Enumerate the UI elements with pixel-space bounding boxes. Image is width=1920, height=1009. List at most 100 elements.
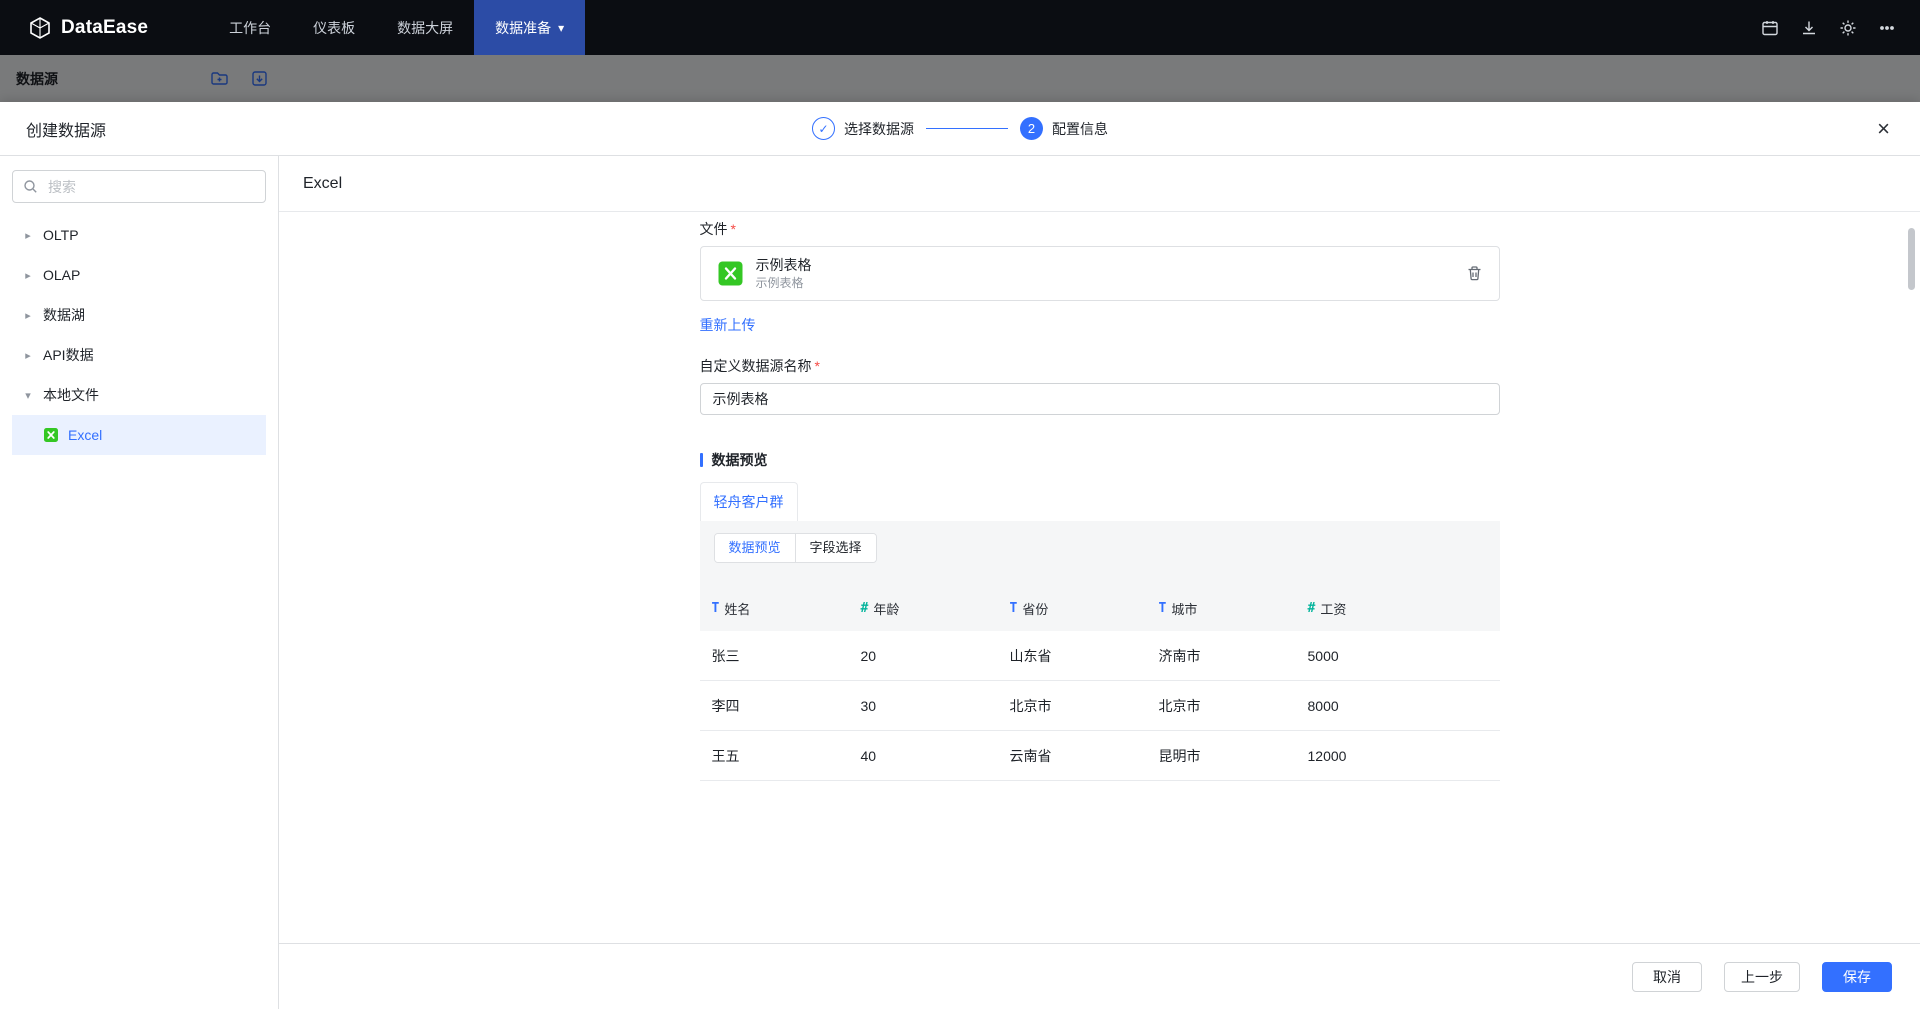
preview-section-title: 数据预览 — [712, 450, 768, 470]
search-icon — [23, 179, 38, 194]
tree-item-label: 本地文件 — [43, 385, 99, 405]
table-cell: 北京市 — [998, 696, 1147, 716]
modal-header: 创建数据源 ✓ 选择数据源 2 配置信息 × — [0, 102, 1920, 156]
preview-section-header: 数据预览 — [700, 450, 1500, 470]
reupload-link[interactable]: 重新上传 — [700, 315, 756, 335]
nav-right-icons — [1761, 19, 1896, 37]
chevron-right-icon: ▸ — [22, 229, 34, 242]
more-icon[interactable] — [1878, 19, 1896, 37]
modal-main: Excel 文件* 示例表格 — [279, 156, 1920, 1009]
nav-item-label: 仪表板 — [313, 18, 355, 38]
step-2: 2 配置信息 — [1020, 117, 1108, 140]
tree-item-api[interactable]: ▸ API数据 — [12, 335, 266, 375]
download-icon[interactable] — [1800, 19, 1818, 37]
steps-indicator: ✓ 选择数据源 2 配置信息 — [812, 117, 1108, 140]
table-row: 王五 40 云南省 昆明市 12000 — [700, 731, 1500, 781]
table-cell: 济南市 — [1147, 646, 1296, 666]
preview-table-body: 张三 20 山东省 济南市 5000 李四 30 北京市 北京市 8000 — [700, 631, 1500, 781]
excel-icon — [43, 427, 59, 443]
tree-item-label: Excel — [68, 427, 102, 443]
nav-item-dataprep[interactable]: 数据准备 ▾ — [474, 0, 585, 55]
import-file-icon[interactable] — [250, 69, 269, 88]
nav-item-label: 工作台 — [229, 18, 271, 38]
required-asterisk: * — [815, 358, 820, 374]
scrollbar-thumb[interactable] — [1908, 228, 1915, 290]
datasource-panel-header: 数据源 — [0, 55, 1920, 102]
chevron-right-icon: ▸ — [22, 269, 34, 282]
th-age: # 年龄 — [849, 599, 998, 618]
column-label: 工资 — [1320, 599, 1346, 618]
step-2-number: 2 — [1020, 117, 1043, 140]
column-label: 省份 — [1022, 599, 1048, 618]
table-cell: 8000 — [1296, 698, 1500, 714]
table-cell: 20 — [849, 648, 998, 664]
field-select-toggle[interactable]: 字段选择 — [795, 534, 876, 562]
close-icon[interactable]: × — [1873, 114, 1894, 144]
table-cell: 王五 — [700, 746, 849, 766]
table-cell: 山东省 — [998, 646, 1147, 666]
column-label: 姓名 — [724, 599, 750, 618]
modal-body: ▸ OLTP ▸ OLAP ▸ 数据湖 ▸ API数据 ▾ 本地文件 — [0, 156, 1920, 1009]
file-desc: 示例表格 — [756, 276, 812, 291]
datasource-name-input[interactable] — [700, 383, 1500, 415]
modal-title: 创建数据源 — [26, 117, 106, 141]
brand[interactable]: DataEase — [28, 16, 148, 40]
gear-icon[interactable] — [1839, 19, 1857, 37]
tree-item-label: OLTP — [43, 227, 79, 243]
nav-item-datascreen[interactable]: 数据大屏 — [376, 0, 474, 55]
nav-item-label: 数据准备 — [495, 18, 551, 38]
th-city: T 城市 — [1147, 599, 1296, 618]
data-preview-toggle[interactable]: 数据预览 — [715, 534, 795, 562]
section-accent-bar — [700, 453, 703, 467]
numeric-field-icon: # — [861, 601, 869, 616]
text-field-icon: T — [712, 601, 720, 616]
previous-step-button[interactable]: 上一步 — [1724, 962, 1800, 992]
chevron-down-icon: ▾ — [558, 21, 564, 35]
column-label: 城市 — [1171, 599, 1197, 618]
search-box[interactable] — [12, 170, 266, 203]
step-1-label: 选择数据源 — [844, 119, 914, 139]
tree-item-datalake[interactable]: ▸ 数据湖 — [12, 295, 266, 335]
save-button[interactable]: 保存 — [1822, 962, 1892, 992]
tree-item-label: API数据 — [43, 345, 94, 365]
preview-toggle-group: 数据预览 字段选择 — [714, 533, 877, 563]
brand-name: DataEase — [61, 17, 148, 39]
create-datasource-modal: 创建数据源 ✓ 选择数据源 2 配置信息 × — [0, 102, 1920, 1009]
tree-item-oltp[interactable]: ▸ OLTP — [12, 215, 266, 255]
table-row: 李四 30 北京市 北京市 8000 — [700, 681, 1500, 731]
text-field-icon: T — [1159, 601, 1167, 616]
nav-item-dashboard[interactable]: 仪表板 — [292, 0, 376, 55]
calendar-icon[interactable] — [1761, 19, 1779, 37]
chevron-down-icon: ▾ — [22, 389, 34, 402]
config-content: 文件* 示例表格 示例表格 — [279, 212, 1920, 943]
text-field-icon: T — [1010, 601, 1018, 616]
file-texts: 示例表格 示例表格 — [756, 257, 812, 291]
required-asterisk: * — [731, 221, 736, 237]
uploaded-file-card: 示例表格 示例表格 — [700, 246, 1500, 301]
th-salary: # 工资 — [1296, 599, 1500, 618]
excel-file-icon — [717, 260, 744, 287]
tree-item-olap[interactable]: ▸ OLAP — [12, 255, 266, 295]
table-cell: 张三 — [700, 646, 849, 666]
file-field-label: 文件* — [700, 220, 1500, 238]
column-label: 年龄 — [873, 599, 899, 618]
step-1: ✓ 选择数据源 — [812, 117, 914, 140]
table-cell: 云南省 — [998, 746, 1147, 766]
table-cell: 5000 — [1296, 648, 1500, 664]
top-nav: DataEase 工作台 仪表板 数据大屏 数据准备 ▾ — [0, 0, 1920, 55]
label-text: 文件 — [700, 221, 728, 237]
tree-item-label: OLAP — [43, 267, 80, 283]
tree-item-excel[interactable]: Excel — [12, 415, 266, 455]
nav-items: 工作台 仪表板 数据大屏 数据准备 ▾ — [208, 0, 585, 55]
sheet-tab[interactable]: 轻舟客户群 — [700, 482, 798, 521]
label-text: 自定义数据源名称 — [700, 358, 812, 374]
table-cell: 李四 — [700, 696, 849, 716]
search-input[interactable] — [46, 178, 255, 196]
delete-file-button[interactable] — [1466, 265, 1483, 282]
cancel-button[interactable]: 取消 — [1632, 962, 1702, 992]
nav-item-workbench[interactable]: 工作台 — [208, 0, 292, 55]
add-folder-icon[interactable] — [210, 69, 229, 88]
table-cell: 北京市 — [1147, 696, 1296, 716]
tree-item-localfile[interactable]: ▾ 本地文件 — [12, 375, 266, 415]
name-field-label: 自定义数据源名称* — [700, 357, 1500, 375]
